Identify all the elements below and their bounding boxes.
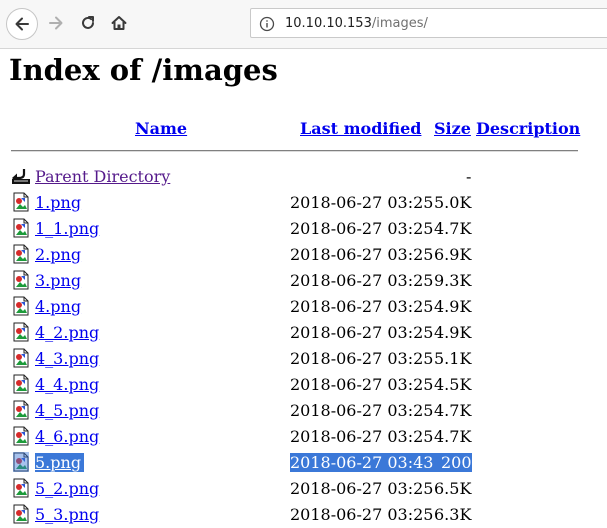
file-last-modified: 2018-06-27 03:25	[290, 297, 434, 316]
back-button[interactable]	[6, 8, 38, 40]
file-link[interactable]: 4_2.png	[35, 323, 99, 342]
file-row: 4_4.png 2018-06-27 03:25 4.5K	[0, 372, 607, 398]
home-button[interactable]	[103, 7, 135, 39]
reload-icon	[82, 16, 94, 29]
file-link[interactable]: 4_5.png	[35, 401, 99, 420]
file-last-modified: 2018-06-27 03:25	[290, 401, 434, 420]
column-header-description[interactable]: Description	[476, 119, 580, 138]
file-size: 6.3K	[434, 505, 472, 524]
file-link[interactable]: 1_1.png	[35, 219, 99, 238]
file-last-modified: 2018-06-27 03:25	[290, 479, 434, 498]
header-divider	[11, 150, 578, 152]
parent-directory-link[interactable]: Parent Directory	[35, 167, 170, 186]
file-size: 4.5K	[434, 375, 472, 394]
file-row: 4_6.png 2018-06-27 03:25 4.7K	[0, 424, 607, 450]
address-bar[interactable]: 10.10.10.153/images/	[250, 8, 607, 38]
file-size: 200	[437, 453, 472, 472]
parent-size: -	[466, 167, 472, 186]
file-size: 4.7K	[434, 219, 472, 238]
image-file-icon	[11, 218, 31, 238]
file-last-modified: 2018-06-27 03:25	[290, 271, 434, 290]
file-last-modified: 2018-06-27 03:25	[290, 323, 434, 342]
file-link[interactable]: 3.png	[35, 271, 81, 290]
image-file-icon	[11, 452, 31, 472]
file-row: 3.png 2018-06-27 03:25 9.3K	[0, 268, 607, 294]
file-link[interactable]: 4_3.png	[35, 349, 99, 368]
forward-button[interactable]	[40, 7, 72, 39]
image-file-icon	[11, 504, 31, 524]
image-file-icon	[11, 400, 31, 420]
image-file-icon	[11, 348, 31, 368]
file-link[interactable]: 5.png	[35, 453, 85, 472]
url-text: 10.10.10.153/images/	[285, 16, 428, 31]
file-size: 4.9K	[434, 323, 472, 342]
file-size: 5.1K	[434, 349, 472, 368]
image-file-icon	[11, 322, 31, 342]
file-last-modified: 2018-06-27 03:25	[290, 349, 434, 368]
arrow-left-icon	[15, 17, 29, 31]
image-file-icon	[11, 244, 31, 264]
image-file-icon	[11, 192, 31, 212]
file-row: 4_2.png 2018-06-27 03:25 4.9K	[0, 320, 607, 346]
file-row: 4.png 2018-06-27 03:25 4.9K	[0, 294, 607, 320]
file-link[interactable]: 5_2.png	[35, 479, 99, 498]
file-link[interactable]: 4_4.png	[35, 375, 99, 394]
parent-directory-row: Parent Directory -	[0, 164, 607, 190]
file-size: 5.0K	[434, 193, 472, 212]
image-file-icon	[11, 478, 31, 498]
file-link[interactable]: 4.png	[35, 297, 81, 316]
file-link[interactable]: 2.png	[35, 245, 81, 264]
file-size: 9.3K	[434, 271, 472, 290]
file-size: 4.9K	[434, 297, 472, 316]
file-row: 4_3.png 2018-06-27 03:25 5.1K	[0, 346, 607, 372]
reload-button[interactable]	[72, 7, 104, 39]
file-row: 2.png 2018-06-27 03:25 6.9K	[0, 242, 607, 268]
file-link[interactable]: 4_6.png	[35, 427, 99, 446]
file-size: 6.9K	[434, 245, 472, 264]
file-row: 5_2.png 2018-06-27 03:25 6.5K	[0, 476, 607, 502]
file-link[interactable]: 1.png	[35, 193, 81, 212]
back-folder-icon	[11, 166, 31, 186]
browser-toolbar: 10.10.10.153/images/	[0, 0, 607, 49]
file-link[interactable]: 5_3.png	[35, 505, 99, 524]
url-path: /images/	[371, 16, 428, 31]
column-header-name[interactable]: Name	[135, 119, 187, 138]
file-last-modified: 2018-06-27 03:25	[290, 219, 434, 238]
file-size: 6.5K	[434, 479, 472, 498]
file-last-modified: 2018-06-27 03:25	[290, 245, 434, 264]
image-file-icon	[11, 270, 31, 290]
file-last-modified: 2018-06-27 03:25	[290, 505, 434, 524]
arrow-right-icon	[49, 16, 63, 30]
file-last-modified: 2018-06-27 03:25	[290, 193, 434, 212]
column-header-size[interactable]: Size	[434, 119, 471, 138]
file-row: 1_1.png 2018-06-27 03:25 4.7K	[0, 216, 607, 242]
image-file-icon	[11, 374, 31, 394]
image-file-icon	[11, 296, 31, 316]
file-last-modified: 2018-06-27 03:25	[290, 375, 434, 394]
file-row: 4_5.png 2018-06-27 03:25 4.7K	[0, 398, 607, 424]
file-row: 5.png 2018-06-27 03:43 200	[0, 450, 607, 476]
home-icon	[111, 16, 127, 30]
info-icon[interactable]	[259, 16, 275, 36]
file-row: 1.png 2018-06-27 03:25 5.0K	[0, 190, 607, 216]
file-row: 5_3.png 2018-06-27 03:25 6.3K	[0, 502, 607, 528]
file-last-modified: 2018-06-27 03:25	[290, 427, 434, 446]
file-size: 4.7K	[434, 401, 472, 420]
file-size: 4.7K	[434, 427, 472, 446]
file-last-modified: 2018-06-27 03:43	[290, 453, 438, 472]
column-header-last-modified[interactable]: Last modified	[300, 119, 421, 138]
url-host: 10.10.10.153	[285, 16, 372, 31]
image-file-icon	[11, 426, 31, 446]
page-title: Index of /images	[9, 53, 278, 87]
